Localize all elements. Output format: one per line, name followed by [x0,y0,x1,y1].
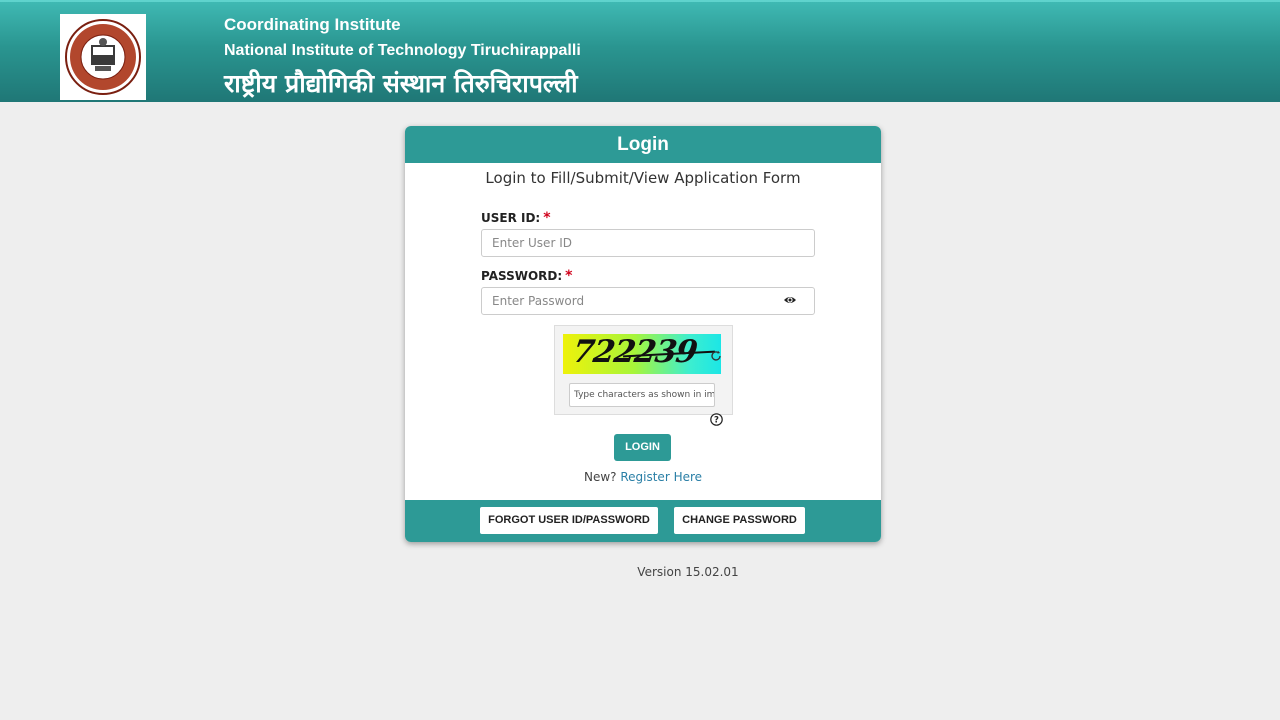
required-marker: * [565,268,573,284]
header-title-line1: Coordinating Institute [224,15,401,34]
refresh-captcha-icon[interactable] [710,350,722,362]
captcha-input[interactable] [569,383,715,407]
register-here-link[interactable]: Register Here [620,470,702,484]
user-id-label-text: USER ID: [481,211,541,225]
show-password-eye-icon[interactable] [783,293,797,307]
forgot-user-id-password-button[interactable]: FORGOT USER ID/PASSWORD [480,507,658,534]
new-user-text: New? [583,470,617,484]
login-card-footer: FORGOT USER ID/PASSWORD CHANGE PASSWORD [405,500,881,542]
user-id-label: USER ID: * [481,210,551,226]
institute-logo [60,14,146,100]
login-subtitle: Login to Fill/Submit/View Application Fo… [485,169,801,187]
help-question-icon[interactable]: ? [710,413,723,426]
password-label-text: PASSWORD: [481,269,563,283]
svg-text:?: ? [714,416,719,426]
password-label: PASSWORD: * [481,268,573,284]
password-input[interactable] [481,287,815,315]
login-card-title: Login [405,126,881,163]
captcha-image: 722239 [563,334,721,374]
captcha-panel: 722239 [554,325,733,415]
change-password-button[interactable]: CHANGE PASSWORD [674,507,805,534]
user-id-input[interactable] [481,229,815,257]
header-title-hindi: राष्ट्रीय प्रौद्योगिकी संस्थान तिरुचिराप… [224,69,578,98]
required-marker: * [543,210,551,226]
site-header: Coordinating Institute National Institut… [0,0,1280,102]
register-line: New? Register Here [405,470,881,484]
header-title-line2: National Institute of Technology Tiruchi… [224,42,581,59]
nit-trichy-emblem-icon [65,19,141,95]
login-button[interactable]: LOGIN [614,434,671,461]
login-card: Login Login to Fill/Submit/View Applicat… [405,126,881,542]
version-text: Version 15.02.01 [637,565,739,579]
